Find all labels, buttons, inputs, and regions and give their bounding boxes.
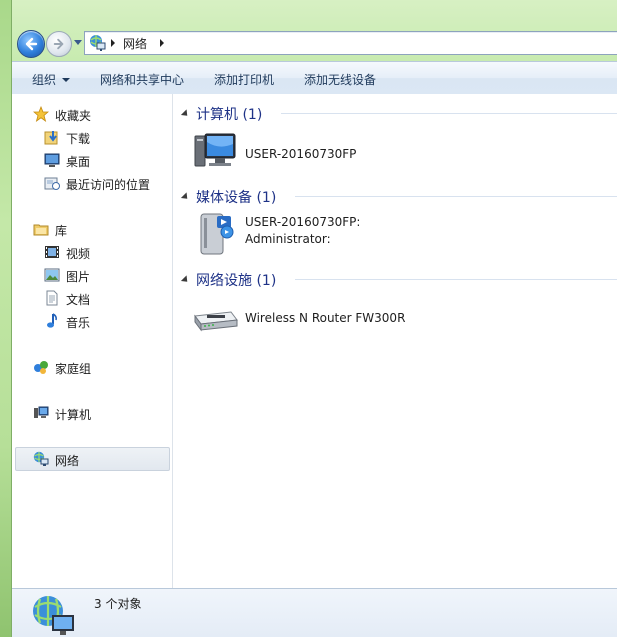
- navigation-pane: 收藏夹 下载 桌面 最近访问的位置 库 视频 图片 文档 音乐 家庭组 计算机 …: [12, 94, 173, 589]
- computer-icon: [194, 133, 236, 167]
- group-title: 媒体设备 (1): [196, 190, 277, 206]
- homegroup-icon: [34, 361, 48, 374]
- network-icon: [90, 35, 106, 51]
- star-icon: [33, 106, 49, 122]
- group-title: 计算机 (1): [196, 107, 263, 123]
- item-name: USER-20160730FP:: [245, 215, 361, 229]
- arrow-right-icon: [53, 38, 64, 50]
- breadcrumb-network[interactable]: 网络: [123, 35, 147, 52]
- collapse-triangle-icon[interactable]: [180, 109, 191, 119]
- network-icon: [33, 451, 49, 466]
- recent-pages-dropdown[interactable]: [74, 40, 82, 45]
- sidebar-item-label: 最近访问的位置: [66, 178, 151, 192]
- network-icon: [33, 596, 74, 635]
- item-subtitle: Administrator:: [245, 232, 331, 246]
- breadcrumb-chevron-icon[interactable]: [160, 39, 164, 47]
- sidebar-item-label: 视频: [66, 247, 91, 261]
- sidebar-item-music[interactable]: 音乐: [12, 310, 172, 332]
- group-header-media-devices[interactable]: 媒体设备 (1): [180, 187, 617, 207]
- sidebar-item-recent-places[interactable]: 最近访问的位置: [12, 172, 172, 194]
- music-note-icon: [47, 313, 57, 328]
- sidebar-item-favorites[interactable]: 收藏夹: [12, 103, 172, 125]
- group-header-computer[interactable]: 计算机 (1): [180, 104, 617, 124]
- organize-label: 组织: [32, 73, 57, 87]
- sidebar-item-label: 计算机: [55, 408, 92, 422]
- item-name: Wireless N Router FW300R: [245, 311, 406, 325]
- add-printer-button[interactable]: 添加打印机: [214, 71, 274, 88]
- library-icon: [33, 224, 49, 236]
- sidebar-item-downloads[interactable]: 下载: [12, 126, 172, 148]
- back-button[interactable]: [17, 30, 45, 58]
- downloads-folder-icon: [44, 131, 58, 145]
- status-bar: 3 个对象: [12, 588, 617, 637]
- sidebar-item-videos[interactable]: 视频: [12, 241, 172, 263]
- list-item[interactable]: Wireless N Router FW300R: [191, 298, 617, 344]
- sidebar-item-label: 家庭组: [55, 362, 92, 376]
- forward-button[interactable]: [46, 31, 72, 57]
- videos-icon: [45, 246, 59, 258]
- sidebar-item-libraries[interactable]: 库: [12, 218, 172, 240]
- collapse-triangle-icon[interactable]: [180, 192, 191, 202]
- arrow-left-icon: [25, 37, 38, 51]
- item-name: USER-20160730FP: [245, 147, 357, 161]
- router-icon: [194, 311, 238, 332]
- list-item[interactable]: USER-20160730FP: Administrator:: [191, 210, 617, 256]
- sidebar-item-label: 网络: [55, 454, 80, 468]
- group-title: 网络设施 (1): [196, 273, 277, 289]
- content-pane: 计算机 (1) USER-20160730FP 媒体设备 (1) USER-20…: [173, 94, 617, 589]
- command-bar: 组织 网络和共享中心 添加打印机 添加无线设备: [12, 61, 617, 95]
- sidebar-item-desktop[interactable]: 桌面: [12, 149, 172, 171]
- sidebar-item-pictures[interactable]: 图片: [12, 264, 172, 286]
- collapse-triangle-icon[interactable]: [180, 275, 191, 285]
- recent-places-icon: [44, 177, 60, 190]
- sidebar-item-label: 图片: [66, 270, 91, 284]
- sidebar-item-label: 文档: [66, 293, 91, 307]
- list-item[interactable]: USER-20160730FP: [191, 130, 617, 176]
- divider: [281, 113, 617, 114]
- address-row: 网络: [12, 28, 617, 58]
- explorer-window: 网络 组织 网络和共享中心 添加打印机 添加无线设备 收藏夹 下载 桌面 最近访…: [11, 0, 617, 637]
- sidebar-item-label: 桌面: [66, 155, 91, 169]
- sidebar-item-label: 下载: [66, 132, 91, 146]
- network-sharing-center-button[interactable]: 网络和共享中心: [100, 71, 184, 88]
- sidebar-item-network[interactable]: 网络: [15, 447, 170, 471]
- organize-menu[interactable]: 组织: [32, 71, 71, 88]
- add-wireless-device-button[interactable]: 添加无线设备: [304, 71, 376, 88]
- sidebar-item-label: 收藏夹: [55, 109, 92, 123]
- divider: [295, 196, 617, 197]
- desktop-icon: [44, 153, 60, 167]
- pictures-icon: [44, 268, 60, 282]
- breadcrumb-chevron-icon[interactable]: [111, 39, 115, 47]
- computer-icon: [34, 406, 49, 418]
- caret-down-icon: [62, 78, 71, 82]
- sidebar-item-homegroup[interactable]: 家庭组: [12, 356, 172, 378]
- sidebar-item-label: 音乐: [66, 316, 91, 330]
- group-header-network-infrastructure[interactable]: 网络设施 (1): [180, 270, 617, 290]
- media-server-icon: [200, 213, 234, 255]
- documents-icon: [46, 290, 58, 306]
- divider: [295, 279, 617, 280]
- sidebar-item-documents[interactable]: 文档: [12, 287, 172, 309]
- item-count: 3 个对象: [94, 597, 142, 611]
- address-bar[interactable]: 网络: [84, 31, 617, 55]
- sidebar-item-label: 库: [55, 224, 68, 238]
- sidebar-item-computer[interactable]: 计算机: [12, 402, 172, 424]
